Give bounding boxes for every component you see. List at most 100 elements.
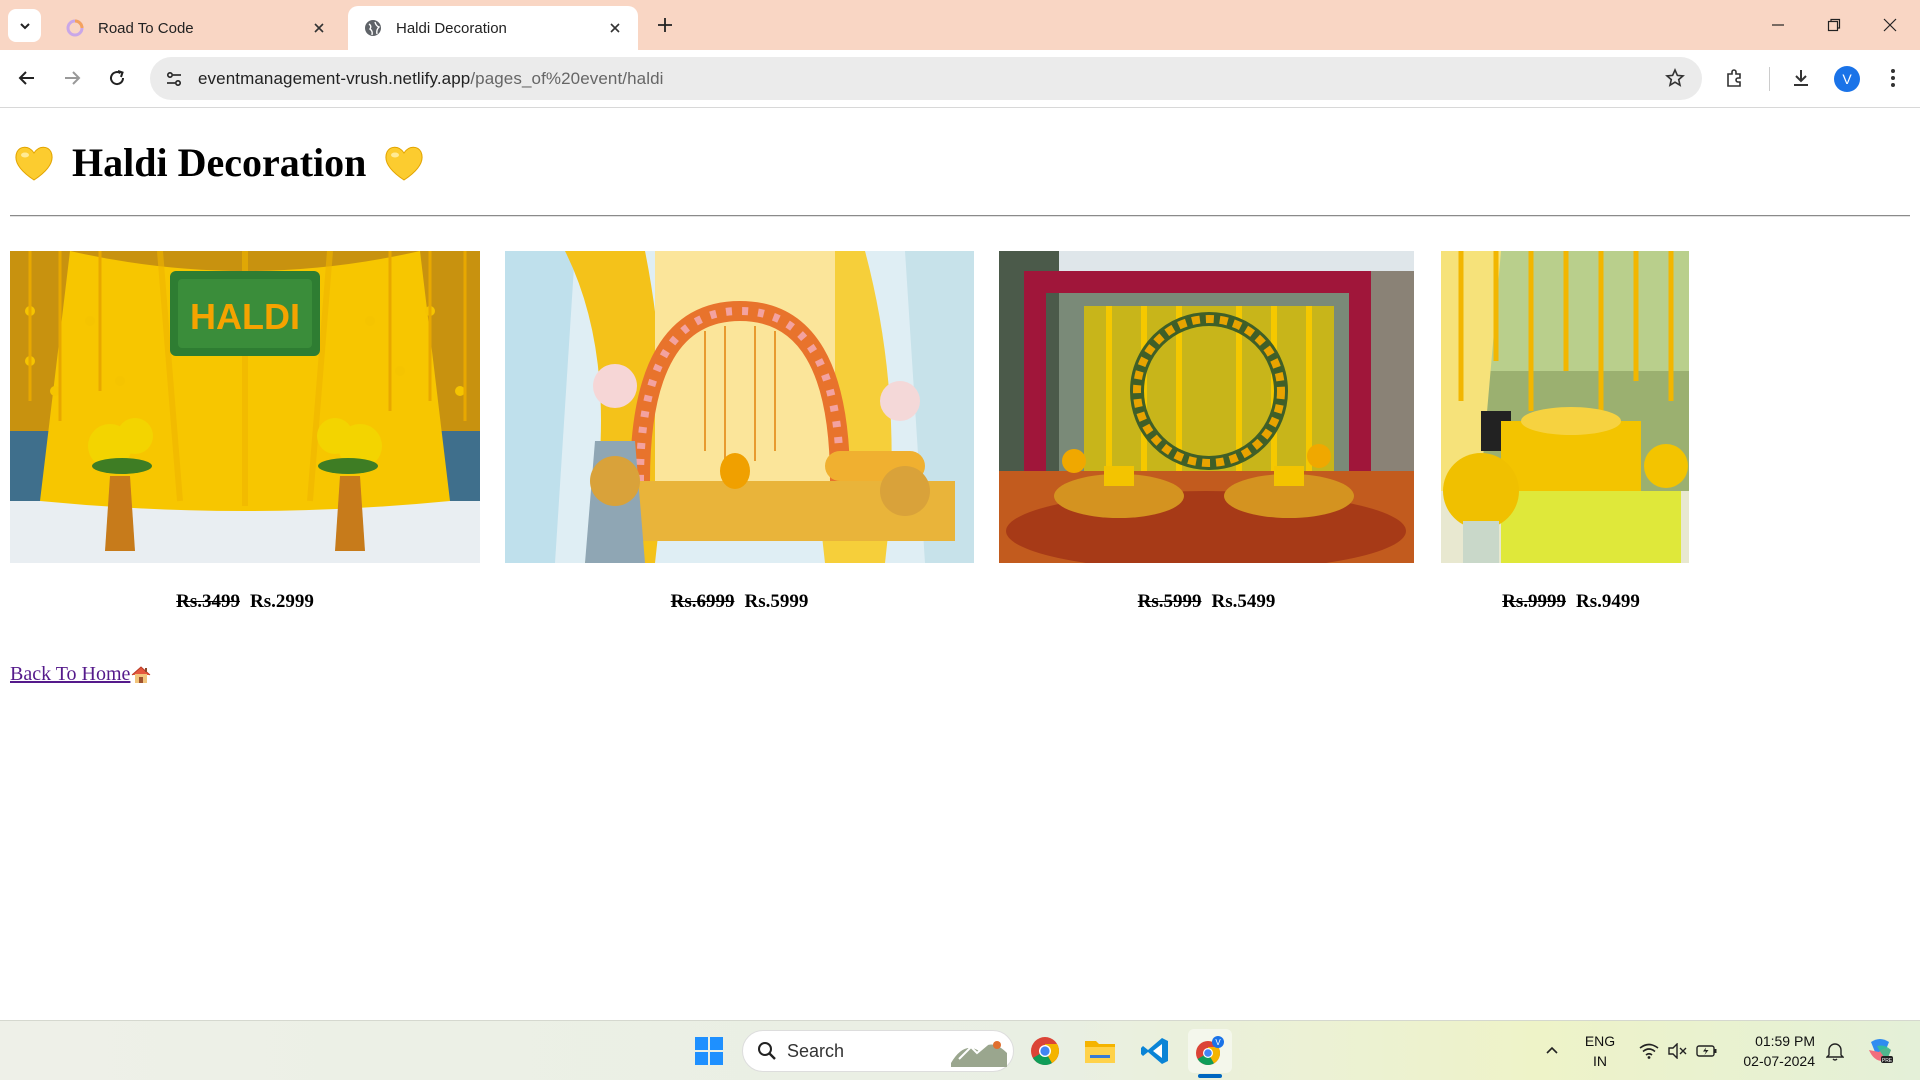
sale-price: Rs.2999	[250, 591, 314, 612]
marigold-ring-setup-image[interactable]	[999, 251, 1414, 563]
chevron-up-icon	[1546, 1046, 1558, 1054]
volume-status[interactable]	[1664, 1021, 1690, 1080]
minimize-icon	[1772, 24, 1784, 26]
taskbar-chrome-profile[interactable]: V	[1188, 1029, 1232, 1073]
tab-road-to-code[interactable]: Road To Code	[50, 6, 342, 50]
bookmark-star-icon[interactable]	[1658, 61, 1692, 95]
sale-price: Rs.5999	[744, 591, 809, 612]
product-card[interactable]	[505, 251, 974, 563]
product-card[interactable]	[1441, 251, 1689, 563]
kebab-menu-icon	[1891, 69, 1895, 87]
address-bar[interactable]: eventmanagement-vrush.netlify.app/pages_…	[150, 57, 1702, 100]
tab-title: Road To Code	[98, 19, 194, 37]
speaker-muted-icon	[1668, 1043, 1687, 1059]
profile-avatar[interactable]: V	[1834, 66, 1860, 92]
minimize-button[interactable]	[1750, 0, 1806, 50]
tab-search-button[interactable]	[8, 9, 41, 42]
search-icon	[758, 1042, 776, 1060]
price-row: Rs.3499 Rs.2999	[10, 591, 480, 613]
battery-status[interactable]	[1694, 1021, 1720, 1080]
wifi-status[interactable]	[1636, 1021, 1662, 1080]
house-icon	[132, 665, 151, 683]
start-button[interactable]	[687, 1029, 731, 1073]
chrome-menu-button[interactable]	[1876, 61, 1910, 95]
tab-haldi-decoration[interactable]: Haldi Decoration	[348, 6, 638, 50]
downloads-button[interactable]	[1784, 61, 1818, 95]
url-host: eventmanagement-vrush.netlify.app	[198, 68, 471, 88]
bell-icon	[1826, 1043, 1844, 1061]
battery-charging-icon	[1696, 1045, 1717, 1057]
chrome-profile-icon: V	[1196, 1036, 1224, 1066]
back-to-home-link[interactable]: Back To Home	[10, 663, 152, 686]
new-tab-button[interactable]	[650, 10, 680, 40]
back-button[interactable]	[10, 61, 44, 95]
price-row: Rs.6999 Rs.5999	[505, 591, 974, 613]
reload-button[interactable]	[100, 61, 134, 95]
page-heading: Haldi Decoration	[12, 139, 426, 186]
folder-icon	[1085, 1041, 1115, 1063]
page-title: Haldi Decoration	[72, 140, 367, 185]
floral-arch-stage-image[interactable]	[505, 251, 974, 563]
globe-icon	[364, 19, 382, 37]
restore-button[interactable]	[1806, 0, 1862, 50]
sale-price: Rs.5499	[1211, 591, 1276, 612]
restore-icon	[1827, 18, 1841, 32]
original-price: Rs.3499	[176, 591, 240, 612]
extensions-button[interactable]	[1718, 61, 1752, 95]
plus-icon	[658, 18, 672, 32]
product-card[interactable]	[999, 251, 1414, 563]
vscode-icon	[1141, 1038, 1168, 1064]
copilot-icon: PRE	[1869, 1039, 1893, 1064]
language-code: ENG	[1584, 1033, 1616, 1049]
windows-taskbar: Search V ENG IN 01:59 PM 02-07-2024 PRE	[0, 1020, 1920, 1080]
haldi-sign-backdrop-image[interactable]: HALDI	[10, 251, 480, 563]
horizontal-rule	[10, 215, 1910, 217]
wifi-icon	[1639, 1043, 1659, 1059]
back-link-label: Back To Home	[10, 663, 131, 685]
arrow-right-icon	[65, 71, 81, 85]
taskbar-vscode[interactable]	[1133, 1029, 1177, 1073]
system-clock[interactable]: 01:59 PM 02-07-2024	[1735, 1031, 1815, 1071]
taskbar-search[interactable]: Search	[742, 1030, 1014, 1072]
price-row: Rs.5999 Rs.5499	[999, 591, 1414, 613]
taskbar-chrome[interactable]	[1023, 1029, 1067, 1073]
tab-title: Haldi Decoration	[396, 19, 507, 37]
download-icon	[1794, 70, 1808, 86]
yellow-heart-icon	[15, 146, 53, 181]
original-price: Rs.6999	[670, 591, 735, 612]
language-indicator[interactable]: ENG IN	[1580, 1031, 1620, 1071]
forward-button[interactable]	[55, 61, 89, 95]
svg-text:V: V	[1215, 1038, 1221, 1047]
original-price: Rs.9999	[1502, 591, 1566, 612]
sale-price: Rs.9499	[1576, 591, 1640, 612]
search-highlight-icon	[951, 1041, 1007, 1067]
site-info-icon[interactable]	[156, 61, 192, 97]
active-app-indicator	[1198, 1074, 1222, 1078]
original-price: Rs.5999	[1137, 591, 1202, 612]
chevron-down-icon	[19, 22, 30, 29]
close-window-button[interactable]	[1862, 0, 1918, 50]
notifications-button[interactable]	[1822, 1021, 1848, 1080]
product-card[interactable]: HALDI	[10, 251, 480, 563]
close-tab-icon[interactable]	[604, 17, 626, 39]
svg-text:HALDI: HALDI	[190, 296, 300, 337]
yellow-heart-icon	[385, 146, 424, 181]
price-row: Rs.9999 Rs.9499	[1441, 591, 1701, 613]
taskbar-file-explorer[interactable]	[1078, 1029, 1122, 1073]
reload-icon	[110, 70, 125, 86]
url-path: /pages_of%20event/haldi	[470, 68, 664, 88]
region-code: IN	[1593, 1053, 1607, 1069]
copilot-button[interactable]: PRE	[1862, 1021, 1898, 1080]
close-tab-icon[interactable]	[308, 17, 330, 39]
puzzle-icon	[1727, 69, 1741, 87]
windows-logo-icon	[695, 1037, 723, 1065]
show-hidden-icons-button[interactable]	[1540, 1021, 1564, 1080]
clock-time: 01:59 PM	[1755, 1033, 1815, 1049]
web-page: Haldi Decoration HALDI Rs.3499 Rs.2999 R…	[0, 109, 1920, 1020]
marigold-curtain-seat-image[interactable]	[1441, 251, 1689, 563]
svg-text:PRE: PRE	[1882, 1058, 1893, 1064]
arrow-left-icon	[18, 71, 34, 85]
close-icon	[1883, 18, 1897, 32]
url-text: eventmanagement-vrush.netlify.app/pages_…	[198, 69, 664, 89]
road-to-code-favicon-icon	[66, 19, 84, 37]
